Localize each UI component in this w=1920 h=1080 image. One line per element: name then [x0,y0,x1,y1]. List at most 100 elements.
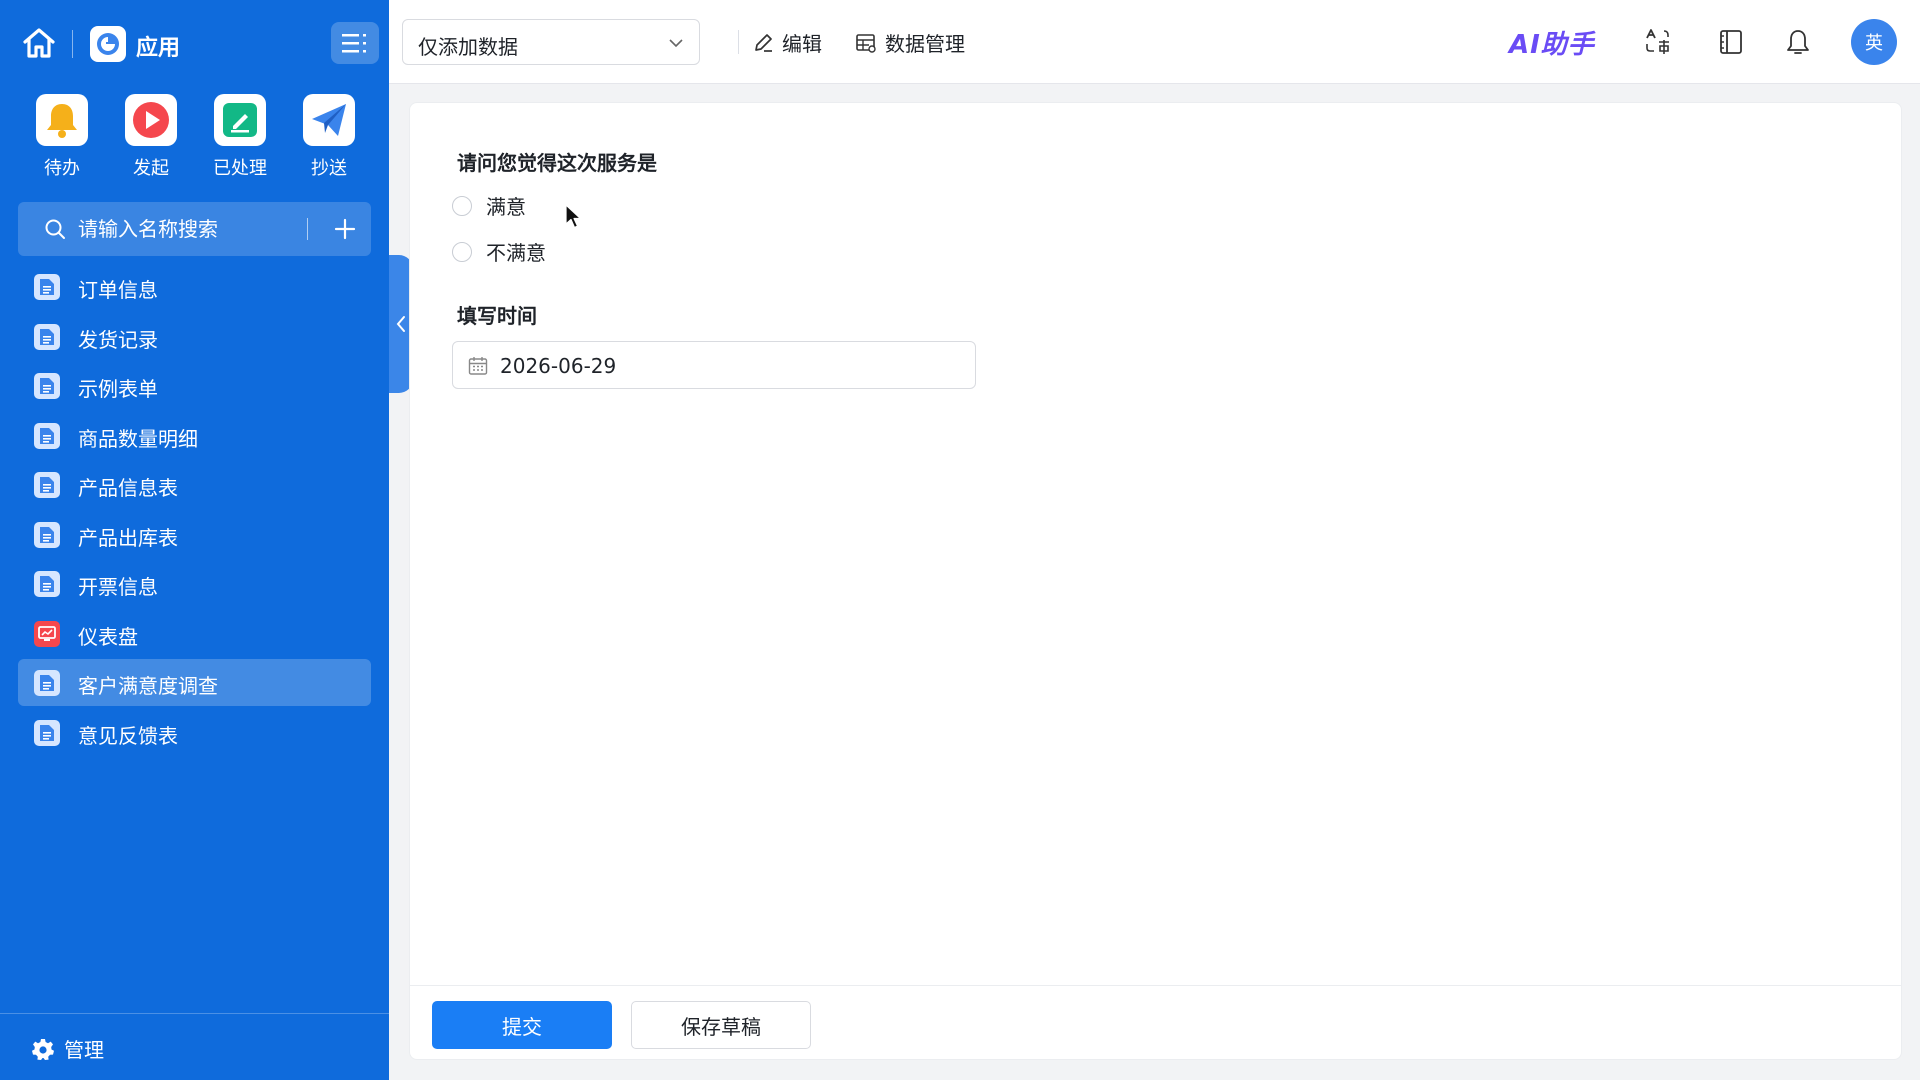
sidebar-header: 应用 [0,0,389,88]
plus-icon [334,218,356,240]
menu-toggle-button[interactable] [331,22,379,64]
mouse-cursor-icon [565,204,582,229]
quick-action-label: 待办 [44,158,80,179]
sidebar-item-label: 开票信息 [78,575,158,599]
sidebar-item-label: 客户满意度调查 [78,674,218,698]
qa-icon-box [125,94,177,146]
radio-label: 不满意 [486,241,546,265]
sidebar-item-label: 产品出库表 [78,525,178,550]
document-icon [34,719,60,746]
quick-action-initiate[interactable]: 发起 [107,94,195,180]
sidebar-item-dashboard[interactable]: 仪表盘 [18,610,371,657]
play-icon [133,102,169,138]
user-avatar[interactable]: 英 [1851,19,1897,65]
radio-button[interactable] [452,241,472,262]
quick-action-processed[interactable]: 已处理 [196,94,284,180]
search-separator [307,218,308,240]
bell-icon [47,104,77,138]
edit-label: 编辑 [782,32,822,56]
notification-button[interactable] [1782,26,1814,58]
sidebar-item-label: 商品数量明细 [78,426,198,451]
document-icon [34,323,60,350]
bell-icon [1787,30,1809,54]
home-button[interactable] [20,24,58,62]
sidebar-item-customer-satisfaction[interactable]: 客户满意度调查 [18,659,371,706]
document-icon [34,422,60,449]
document-icon [34,472,60,498]
radio-option-satisfied[interactable]: 满意 [452,191,526,220]
chevron-left-icon [396,316,405,332]
data-manage-button[interactable]: 数据管理 [855,28,965,57]
gear-icon [32,1038,54,1060]
translate-button[interactable] [1642,26,1674,58]
data-manage-label: 数据管理 [885,32,965,56]
radio-label: 满意 [486,195,526,219]
qa-icon-box [214,94,266,146]
search-input[interactable] [78,212,308,246]
sidebar-item-label: 仪表盘 [78,624,138,649]
document-icon [34,373,60,399]
check-edit-icon [223,103,257,137]
sidebar-search [18,202,371,256]
toolbar-separator [738,30,739,54]
app-title: 应用 [136,36,181,61]
qa-icon-box [36,94,88,146]
header-divider [72,30,73,58]
radio-option-dissatisfied[interactable]: 不满意 [452,237,546,266]
add-button[interactable] [328,212,362,246]
quick-action-cc[interactable]: 抄送 [285,94,373,180]
app-logo-icon [97,33,119,55]
manage-label: 管理 [64,1038,104,1062]
document-icon [34,571,60,597]
sidebar-nav: 订单信息 发货记录 示例表单 商品数量明细 产品信息表 产品出库表 开票信息 仪… [18,263,371,758]
quick-action-label: 已处理 [213,158,267,179]
save-draft-button[interactable]: 保存草稿 [631,1001,811,1049]
edit-button[interactable]: 编辑 [752,28,822,57]
submit-button[interactable]: 提交 [432,1001,612,1049]
date-picker-field[interactable]: 2026-06-29 [452,341,976,389]
sidebar-item-feedback[interactable]: 意见反馈表 [18,709,371,756]
home-icon [23,28,55,58]
view-mode-value: 仅添加数据 [418,35,518,59]
quick-action-label: 抄送 [311,158,347,179]
date-field-label: 填写时间 [457,304,537,328]
sidebar-item-product-info[interactable]: 产品信息表 [18,461,371,508]
sidebar-item-label: 意见反馈表 [78,723,178,748]
sidebar-item-order-info[interactable]: 订单信息 [18,263,371,310]
calendar-icon [468,357,488,375]
book-button[interactable] [1715,26,1747,58]
form-footer: 提交 保存草稿 [410,985,1901,1059]
question-label: 请问您觉得这次服务是 [457,151,657,175]
sidebar-item-product-quantity[interactable]: 商品数量明细 [18,412,371,459]
date-value: 2026-06-29 [500,354,617,378]
sidebar-item-sample-form[interactable]: 示例表单 [18,362,371,409]
search-icon [45,219,65,239]
sidebar-item-label: 发货记录 [78,327,158,352]
qa-icon-box [303,94,355,146]
sidebar-item-label: 产品信息表 [78,476,178,500]
quick-action-todo[interactable]: 待办 [18,94,106,180]
chevron-down-icon [669,39,683,48]
paper-plane-icon [312,104,346,136]
ai-assistant-button[interactable]: AI助手 [1509,24,1595,61]
sidebar: 应用 待办 发起 已处理 抄送 请输入名称搜索 订单信息 发货记录 示例表单 商… [0,0,389,1080]
quick-action-label: 发起 [133,158,169,179]
sidebar-item-shipping-records[interactable]: 发货记录 [18,313,371,360]
manage-button[interactable]: 管理 [32,1034,104,1063]
quick-actions: 待办 发起 已处理 抄送 [0,94,389,184]
sidebar-item-product-outbound[interactable]: 产品出库表 [18,511,371,558]
translate-icon [1646,29,1669,54]
document-icon [34,274,60,300]
radio-button[interactable] [452,195,472,216]
view-mode-select[interactable]: 仅添加数据 [402,19,700,65]
form-card: 请问您觉得这次服务是 满意 不满意 填写时间 2026-06-29 提交 保存草… [409,102,1902,1060]
app-logo [90,26,126,62]
document-icon [34,521,60,548]
sidebar-item-label: 订单信息 [78,278,158,302]
sidebar-item-invoice-info[interactable]: 开票信息 [18,560,371,607]
sidebar-footer: 管理 [0,1013,389,1080]
table-icon [856,33,876,53]
sidebar-item-label: 示例表单 [78,377,158,401]
top-bar: 仅添加数据 编辑 数据管理 AI助手 英 [389,0,1920,84]
pencil-icon [755,33,772,52]
